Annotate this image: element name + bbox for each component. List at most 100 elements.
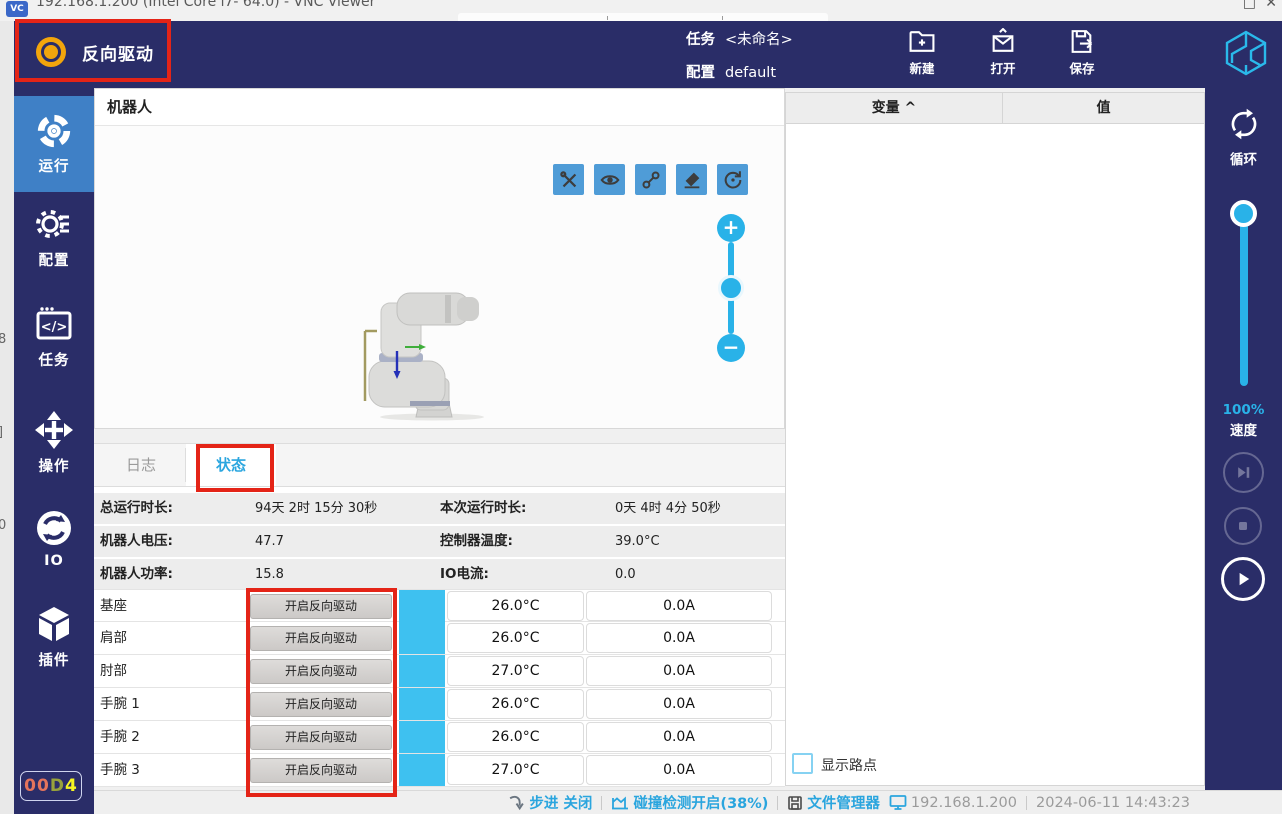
joint-row-shoulder: 肩部 开启反向驱动 26.0°C 0.0A xyxy=(94,622,785,655)
enable-reverse-drive-button[interactable]: 开启反向驱动 xyxy=(250,659,392,684)
joint-load-bar xyxy=(399,688,445,720)
joint-current: 0.0A xyxy=(586,623,772,653)
move-arrows-icon xyxy=(34,410,74,450)
config-row: 配置default xyxy=(686,61,776,82)
joint-current: 0.0A xyxy=(586,591,772,621)
view-path-button[interactable] xyxy=(635,164,666,195)
reverse-drive-label: 反向驱动 xyxy=(82,40,154,65)
task-label: 任务 xyxy=(686,32,715,48)
joint-temperature: 26.0°C xyxy=(447,722,584,752)
info-value: 15.8 xyxy=(255,559,284,590)
sidebar-item-config[interactable]: 配置 xyxy=(14,204,94,270)
view-erase-button[interactable] xyxy=(676,164,707,195)
tab-log[interactable]: 日志 xyxy=(98,444,184,486)
loop-icon[interactable] xyxy=(1226,106,1262,142)
enable-reverse-drive-button[interactable]: 开启反向驱动 xyxy=(250,692,392,717)
edge-fragment: ] xyxy=(0,425,3,440)
zoom-in-button[interactable]: + xyxy=(717,214,745,242)
joint-row-wrist2: 手腕 2 开启反向驱动 26.0°C 0.0A xyxy=(94,721,785,754)
view-visibility-button[interactable] xyxy=(594,164,625,195)
joint-temperature: 26.0°C xyxy=(447,623,584,653)
collision-detect-status[interactable]: 碰撞检测开启(38%) xyxy=(611,792,768,813)
enable-reverse-drive-button[interactable]: 开启反向驱动 xyxy=(250,594,392,619)
app-header: 反向驱动 任务 <未命名> 配置default 新建 打开 保存 xyxy=(14,21,1282,88)
sidebar-item-label: 任务 xyxy=(14,349,94,370)
joint-row-elbow: 肘部 开启反向驱动 27.0°C 0.0A xyxy=(94,655,785,688)
ip-address: 192.168.1.200 xyxy=(911,795,1017,811)
zoom-out-button[interactable]: − xyxy=(717,334,745,362)
close-button[interactable]: ✕ xyxy=(1265,0,1277,11)
robot-panel-title: 机器人 xyxy=(95,89,784,126)
step-forward-button[interactable] xyxy=(1223,452,1264,493)
new-task-button[interactable]: 新建 xyxy=(892,28,952,77)
reset-view-icon xyxy=(722,169,744,191)
info-value: 39.0°C xyxy=(615,526,660,557)
io-icon xyxy=(34,508,74,548)
joint-row-wrist1: 手腕 1 开启反向驱动 26.0°C 0.0A xyxy=(94,688,785,721)
joint-name: 手腕 2 xyxy=(100,721,140,754)
speed-slider-handle[interactable] xyxy=(1230,200,1257,227)
playback-sidebar: 循环 100% 速度 xyxy=(1205,88,1282,790)
tools-icon xyxy=(558,169,580,191)
file-manager-icon xyxy=(787,795,803,811)
collision-icon xyxy=(611,795,629,811)
info-row-runtime: 总运行时长: 94天 2时 15分 30秒 本次运行时长: 0天 4时 4分 5… xyxy=(94,493,785,524)
tab-status[interactable]: 状态 xyxy=(186,444,276,486)
robot-3d-view[interactable] xyxy=(357,283,502,423)
joint-temperature: 26.0°C xyxy=(447,591,584,621)
view-tools-button[interactable] xyxy=(553,164,584,195)
save-task-button[interactable]: 保存 xyxy=(1052,28,1112,77)
path-icon xyxy=(640,169,662,191)
step-mode-status[interactable]: 步进 关闭 xyxy=(508,792,592,813)
info-value: 47.7 xyxy=(255,526,284,557)
joint-row-base: 基座 开启反向驱动 26.0°C 0.0A xyxy=(94,589,785,622)
info-label: 机器人功率: xyxy=(100,559,173,590)
sidebar-item-plugin[interactable]: 插件 xyxy=(14,604,94,670)
record-icon xyxy=(36,37,66,67)
info-row-voltage: 机器人电压: 47.7 控制器温度: 39.0°C xyxy=(94,526,785,557)
speed-percent: 100% xyxy=(1205,402,1282,418)
task-value: <未命名> xyxy=(725,32,793,48)
background-window-edge: 8 ] 0 xyxy=(0,21,14,814)
statusbar-divider xyxy=(1026,796,1027,810)
play-button[interactable] xyxy=(1221,557,1265,601)
joint-load-bar xyxy=(399,590,445,622)
robot-view-panel: 机器人 xyxy=(94,88,785,429)
info-value: 0.0 xyxy=(615,559,636,590)
maximize-button[interactable]: □ xyxy=(1243,0,1256,11)
sidebar-item-operate[interactable]: 操作 xyxy=(14,410,94,476)
joint-current: 0.0A xyxy=(586,656,772,686)
edge-fragment: 0 xyxy=(0,518,6,533)
sidebar-item-task[interactable]: </> 任务 xyxy=(14,304,94,370)
variable-column-header[interactable]: 变量 ^ xyxy=(786,93,1003,124)
stop-button[interactable] xyxy=(1224,507,1262,545)
enable-reverse-drive-button[interactable]: 开启反向驱动 xyxy=(250,725,392,750)
vnc-toolbar-strip[interactable] xyxy=(458,13,828,21)
reverse-drive-button[interactable]: 反向驱动 xyxy=(22,27,170,77)
badge-part: 4 xyxy=(65,776,78,796)
speed-slider-track[interactable] xyxy=(1240,208,1248,386)
view-reset-button[interactable] xyxy=(717,164,748,195)
sidebar-item-run[interactable]: 运行 xyxy=(14,96,94,192)
sidebar-item-io[interactable]: IO xyxy=(14,508,94,569)
status-bar: 步进 关闭 碰撞检测开启(38%) 文件管理器 192.168.1.200 20… xyxy=(94,790,1282,814)
zoom-slider-handle[interactable] xyxy=(718,275,744,301)
gear-icon xyxy=(34,204,74,244)
joint-current: 0.0A xyxy=(586,755,772,785)
svg-text:</>: </> xyxy=(41,320,68,335)
file-manager-button[interactable]: 文件管理器 xyxy=(787,792,880,813)
enable-reverse-drive-button[interactable]: 开启反向驱动 xyxy=(250,758,392,783)
joint-current: 0.0A xyxy=(586,689,772,719)
info-label: IO电流: xyxy=(440,559,489,590)
value-column-header[interactable]: 值 xyxy=(1003,93,1204,124)
open-task-button[interactable]: 打开 xyxy=(973,28,1033,77)
file-manager-label: 文件管理器 xyxy=(807,792,880,813)
badge-part: D xyxy=(50,776,65,796)
info-row-power: 机器人功率: 15.8 IO电流: 0.0 xyxy=(94,559,785,590)
show-waypoints-checkbox[interactable] xyxy=(792,753,813,774)
info-label: 机器人电压: xyxy=(100,526,173,557)
sidebar-item-label: IO xyxy=(14,553,94,569)
new-folder-icon xyxy=(907,28,937,55)
enable-reverse-drive-button[interactable]: 开启反向驱动 xyxy=(250,626,392,651)
brand-logo xyxy=(1222,29,1270,77)
